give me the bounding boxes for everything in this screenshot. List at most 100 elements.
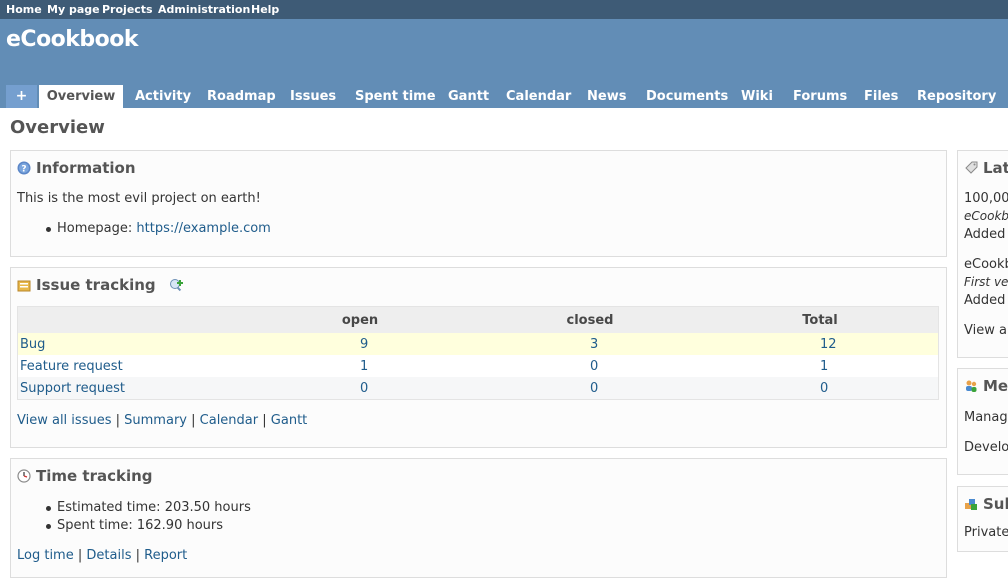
calendar-link[interactable]: Calendar xyxy=(200,413,258,428)
subprojects-title: Sub xyxy=(964,495,1008,515)
support-closed-link[interactable]: 0 xyxy=(590,381,598,396)
table-row: Bug 9 3 12 xyxy=(18,333,938,355)
svg-text:?: ? xyxy=(21,165,26,175)
table-header: open closed Total xyxy=(18,307,938,333)
homepage-row: Homepage: https://example.com xyxy=(57,221,271,236)
tab-roadmap[interactable]: Roadmap xyxy=(207,85,276,108)
report-link[interactable]: Report xyxy=(144,548,187,563)
time-tracking-title: Time tracking xyxy=(17,467,153,487)
members-title: Mem xyxy=(964,377,1008,397)
time-tracking-box: Time tracking Estimated time: 203.50 hou… xyxy=(10,458,947,578)
bug-total-link[interactable]: 12 xyxy=(820,337,837,352)
top-menu: Home My page Projects Administration Hel… xyxy=(0,0,1008,19)
support-open-link[interactable]: 0 xyxy=(360,381,368,396)
gantt-link[interactable]: Gantt xyxy=(271,413,307,428)
issue-tracking-title: Issue tracking xyxy=(17,276,188,296)
tab-files[interactable]: Files xyxy=(864,85,898,108)
news-item-added: Added xyxy=(964,293,1006,308)
separator: | xyxy=(135,548,141,563)
clock-icon xyxy=(17,469,31,487)
separator: | xyxy=(115,413,121,428)
tab-gantt[interactable]: Gantt xyxy=(448,85,489,108)
tab-spent-time[interactable]: Spent time xyxy=(355,85,436,108)
tracker-bug-link[interactable]: Bug xyxy=(20,337,45,352)
latest-news-box: Lat 100,00 eCookb Added eCookb First ve … xyxy=(957,150,1008,358)
view-all-news-link[interactable]: View al xyxy=(964,323,1008,338)
feature-open-link[interactable]: 1 xyxy=(360,359,368,374)
information-title-text: Information xyxy=(36,159,136,177)
new-object-button[interactable]: + xyxy=(6,85,37,108)
project-title[interactable]: eCookbook xyxy=(6,27,139,52)
homepage-link[interactable]: https://example.com xyxy=(136,221,270,236)
header: eCookbook + Overview Activity Roadmap Is… xyxy=(0,19,1008,108)
table-row: Support request 0 0 0 xyxy=(18,377,938,399)
homepage-label: Homepage: xyxy=(57,221,133,236)
subproject-link[interactable]: Private xyxy=(964,525,1008,540)
tab-repository[interactable]: Repository xyxy=(917,85,996,108)
table-row: Feature request 1 0 1 xyxy=(18,355,938,377)
tab-forums[interactable]: Forums xyxy=(793,85,847,108)
latest-news-title-text: Lat xyxy=(983,159,1008,177)
tab-issues[interactable]: Issues xyxy=(290,85,336,108)
bullet xyxy=(46,506,51,511)
separator: | xyxy=(262,413,267,428)
add-filter-icon[interactable] xyxy=(169,278,183,296)
tab-news[interactable]: News xyxy=(587,85,626,108)
issues-icon xyxy=(17,278,31,296)
tracker-support-request-link[interactable]: Support request xyxy=(20,381,125,396)
top-menu-administration[interactable]: Administration xyxy=(158,3,250,16)
log-time-link[interactable]: Log time xyxy=(17,548,74,563)
news-icon xyxy=(964,161,978,179)
column-total: Total xyxy=(802,313,838,328)
news-item-meta: First ve xyxy=(964,275,1008,289)
project-description: This is the most evil project on earth! xyxy=(17,191,261,206)
feature-closed-link[interactable]: 0 xyxy=(590,359,598,374)
summary-link[interactable]: Summary xyxy=(124,413,187,428)
information-title: ? Information xyxy=(17,159,136,179)
issue-tracking-table: open closed Total Bug 9 3 12 Feature req… xyxy=(17,306,939,400)
info-icon: ? xyxy=(17,161,31,179)
bullet xyxy=(46,227,51,232)
top-menu-projects[interactable]: Projects xyxy=(102,3,153,16)
tab-wiki[interactable]: Wiki xyxy=(741,85,773,108)
issue-links: View all issues | Summary | Calendar | G… xyxy=(17,413,307,428)
issue-tracking-title-text: Issue tracking xyxy=(36,276,156,294)
bug-open-link[interactable]: 9 xyxy=(360,337,368,352)
tab-documents[interactable]: Documents xyxy=(646,85,728,108)
support-total-link[interactable]: 0 xyxy=(820,381,828,396)
time-tracking-title-text: Time tracking xyxy=(36,467,153,485)
estimated-time: Estimated time: 203.50 hours xyxy=(57,500,251,515)
bullet xyxy=(46,524,51,529)
feature-total-link[interactable]: 1 xyxy=(820,359,828,374)
members-box: Mem Manage Develo xyxy=(957,368,1008,475)
projects-icon xyxy=(964,497,978,515)
page-title: Overview xyxy=(10,117,105,138)
separator: | xyxy=(191,413,196,428)
column-open: open xyxy=(341,313,379,328)
view-all-issues-link[interactable]: View all issues xyxy=(17,413,111,428)
news-item-meta: eCookb xyxy=(964,209,1008,223)
tab-calendar[interactable]: Calendar xyxy=(506,85,571,108)
details-link[interactable]: Details xyxy=(86,548,131,563)
issue-tracking-box: Issue tracking open closed Total Bug 9 3… xyxy=(10,267,947,448)
top-menu-help[interactable]: Help xyxy=(251,3,279,16)
members-title-text: Mem xyxy=(983,377,1008,395)
latest-news-title: Lat xyxy=(964,159,1008,179)
group-icon xyxy=(964,379,978,397)
time-links: Log time | Details | Report xyxy=(17,548,187,563)
tab-overview[interactable]: Overview xyxy=(39,85,123,108)
news-item-added: Added xyxy=(964,227,1006,242)
subprojects-box: Sub Private xyxy=(957,486,1008,552)
top-menu-my-page[interactable]: My page xyxy=(47,3,100,16)
news-item-link[interactable]: eCookb xyxy=(964,257,1008,272)
tab-activity[interactable]: Activity xyxy=(135,85,191,108)
bug-closed-link[interactable]: 3 xyxy=(590,337,598,352)
column-closed: closed xyxy=(566,313,614,328)
top-menu-home[interactable]: Home xyxy=(6,3,42,16)
tracker-feature-request-link[interactable]: Feature request xyxy=(20,359,123,374)
spent-time: Spent time: 162.90 hours xyxy=(57,518,224,533)
member-role: Develo xyxy=(964,440,1008,455)
information-box: ? Information This is the most evil proj… xyxy=(10,150,947,257)
separator: | xyxy=(77,548,83,563)
news-item-link[interactable]: 100,00 xyxy=(964,191,1008,206)
